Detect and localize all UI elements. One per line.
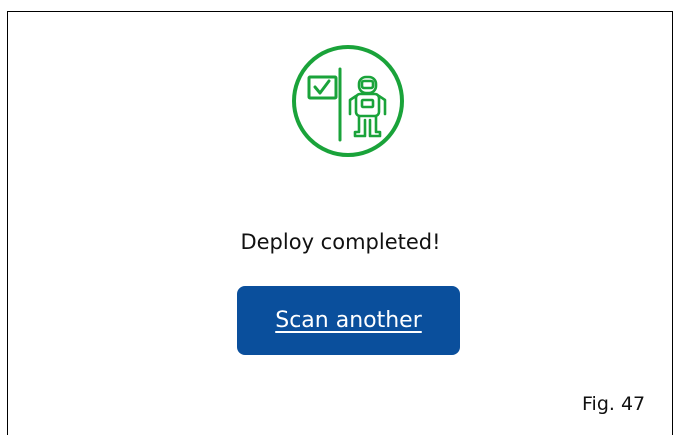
deploy-status-message: Deploy completed! xyxy=(240,230,441,254)
scan-another-button[interactable]: Scan another xyxy=(237,286,460,355)
success-badge xyxy=(282,42,415,161)
figure-caption: Fig. 47 xyxy=(582,393,646,415)
astronaut-flag-icon xyxy=(292,45,404,157)
